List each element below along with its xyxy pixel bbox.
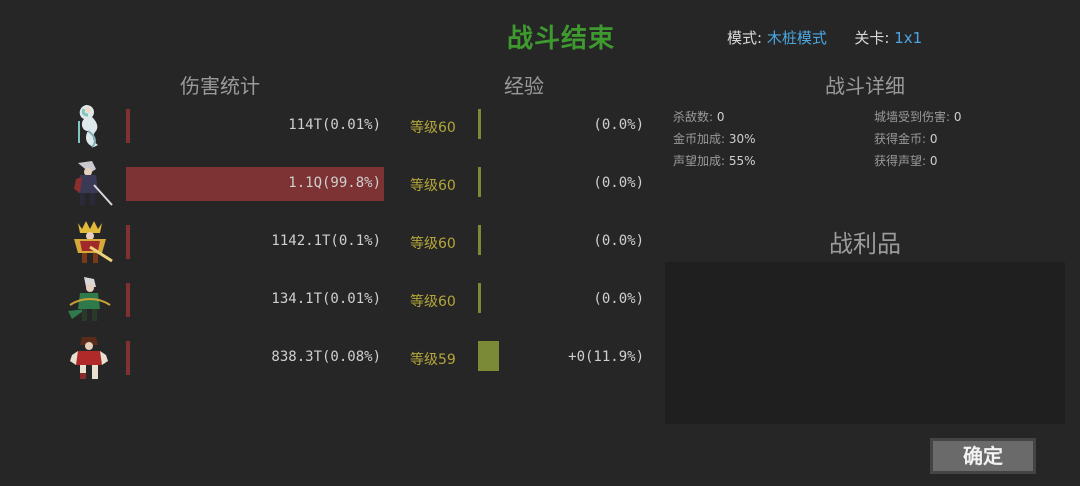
damage-bar-fill xyxy=(126,283,130,317)
green-archer-hero-icon xyxy=(64,275,114,325)
reputation-gain-label: 获得声望: xyxy=(874,154,927,168)
reputation-gain-stat: 获得声望: 0 xyxy=(874,152,938,169)
hero-row: 838.3T(0.08%) 等级59 +0(11.9%) xyxy=(0,333,660,383)
kills-stat: 杀敌数: 0 xyxy=(673,108,725,125)
exp-heading: 经验 xyxy=(504,74,544,98)
damage-bar: 134.1T(0.01%) xyxy=(126,283,385,317)
hero-level: 等级59 xyxy=(410,352,456,368)
hero-row: 1142.1T(0.1%) 等级60 (0.0%) xyxy=(0,217,660,267)
exp-value: (0.0%) xyxy=(593,175,644,191)
exp-bar-fill xyxy=(478,109,481,139)
hero-level: 等级60 xyxy=(410,294,456,310)
red-warrior-hero-icon xyxy=(64,333,114,383)
gold-bonus-stat: 金币加成: 30% xyxy=(673,130,756,147)
exp-bar-fill xyxy=(478,167,481,197)
reputation-bonus-stat: 声望加成: 55% xyxy=(673,152,756,169)
exp-value: (0.0%) xyxy=(593,117,644,133)
exp-bar-fill xyxy=(478,283,481,313)
damage-stats-heading: 伤害统计 xyxy=(180,74,260,98)
damage-bar-fill xyxy=(126,225,130,259)
mode-value: 木桩模式 xyxy=(766,29,827,47)
exp-bar xyxy=(478,341,502,375)
damage-bar: 1142.1T(0.1%) xyxy=(126,225,385,259)
damage-bar-fill xyxy=(126,109,130,143)
hero-level: 等级60 xyxy=(410,178,456,194)
hero-row: 114T(0.01%) 等级60 (0.0%) xyxy=(0,101,660,151)
damage-value: 838.3T(0.08%) xyxy=(271,349,381,365)
exp-bar-fill xyxy=(478,341,500,371)
exp-value: (0.0%) xyxy=(593,233,644,249)
wall-damage-label: 城墙受到伤害: xyxy=(874,110,951,124)
damage-value: 1.1Q(99.8%) xyxy=(288,175,381,191)
stage-value: 1x1 xyxy=(894,29,923,47)
damage-value: 1142.1T(0.1%) xyxy=(271,233,381,249)
damage-bar: 838.3T(0.08%) xyxy=(126,341,385,375)
wall-damage-value: 0 xyxy=(953,110,962,124)
confirm-button[interactable]: 确定 xyxy=(930,438,1036,474)
kills-value: 0 xyxy=(716,110,725,124)
reputation-bonus-value: 55% xyxy=(728,154,756,168)
loot-panel xyxy=(665,262,1065,424)
exp-value: +0(11.9%) xyxy=(568,349,644,365)
loot-heading: 战利品 xyxy=(829,230,901,258)
exp-bar xyxy=(478,167,502,201)
hero-level: 等级60 xyxy=(410,236,456,252)
damage-value: 114T(0.01%) xyxy=(288,117,381,133)
gold-gain-stat: 获得金币: 0 xyxy=(874,130,938,147)
hero-level: 等级60 xyxy=(410,120,456,136)
damage-value: 134.1T(0.01%) xyxy=(271,291,381,307)
gold-bonus-label: 金币加成: xyxy=(673,132,726,146)
hero-row: 134.1T(0.01%) 等级60 (0.0%) xyxy=(0,275,660,325)
reputation-gain-value: 0 xyxy=(929,154,938,168)
exp-bar xyxy=(478,109,502,143)
golden-king-hero-icon xyxy=(64,217,114,267)
hero-row: 1.1Q(99.8%) 等级60 (0.0%) xyxy=(0,159,660,209)
exp-value: (0.0%) xyxy=(593,291,644,307)
battle-result-screen: 战斗结束 模式: 木桩模式 关卡: 1x1 伤害统计 经验 战斗详细 114T(… xyxy=(0,0,1080,486)
damage-bar-fill xyxy=(126,341,130,375)
silver-swordsman-hero-icon xyxy=(64,159,114,209)
gold-gain-value: 0 xyxy=(929,132,938,146)
damage-bar: 114T(0.01%) xyxy=(126,109,385,143)
exp-bar xyxy=(478,283,502,317)
battle-detail-heading: 战斗详细 xyxy=(825,74,905,98)
mode-info: 模式: 木桩模式 关卡: 1x1 xyxy=(727,27,922,48)
wall-damage-stat: 城墙受到伤害: 0 xyxy=(874,108,962,125)
damage-bar: 1.1Q(99.8%) xyxy=(126,167,385,201)
gold-gain-label: 获得金币: xyxy=(874,132,927,146)
gold-bonus-value: 30% xyxy=(728,132,756,146)
reputation-bonus-label: 声望加成: xyxy=(673,154,726,168)
page-title: 战斗结束 xyxy=(506,24,615,54)
mode-label: 模式: xyxy=(727,29,763,47)
exp-bar xyxy=(478,225,502,259)
stage-label: 关卡: xyxy=(854,29,890,47)
white-serpent-hero-icon xyxy=(64,101,114,151)
exp-bar-fill xyxy=(478,225,481,255)
kills-label: 杀敌数: xyxy=(673,110,714,124)
